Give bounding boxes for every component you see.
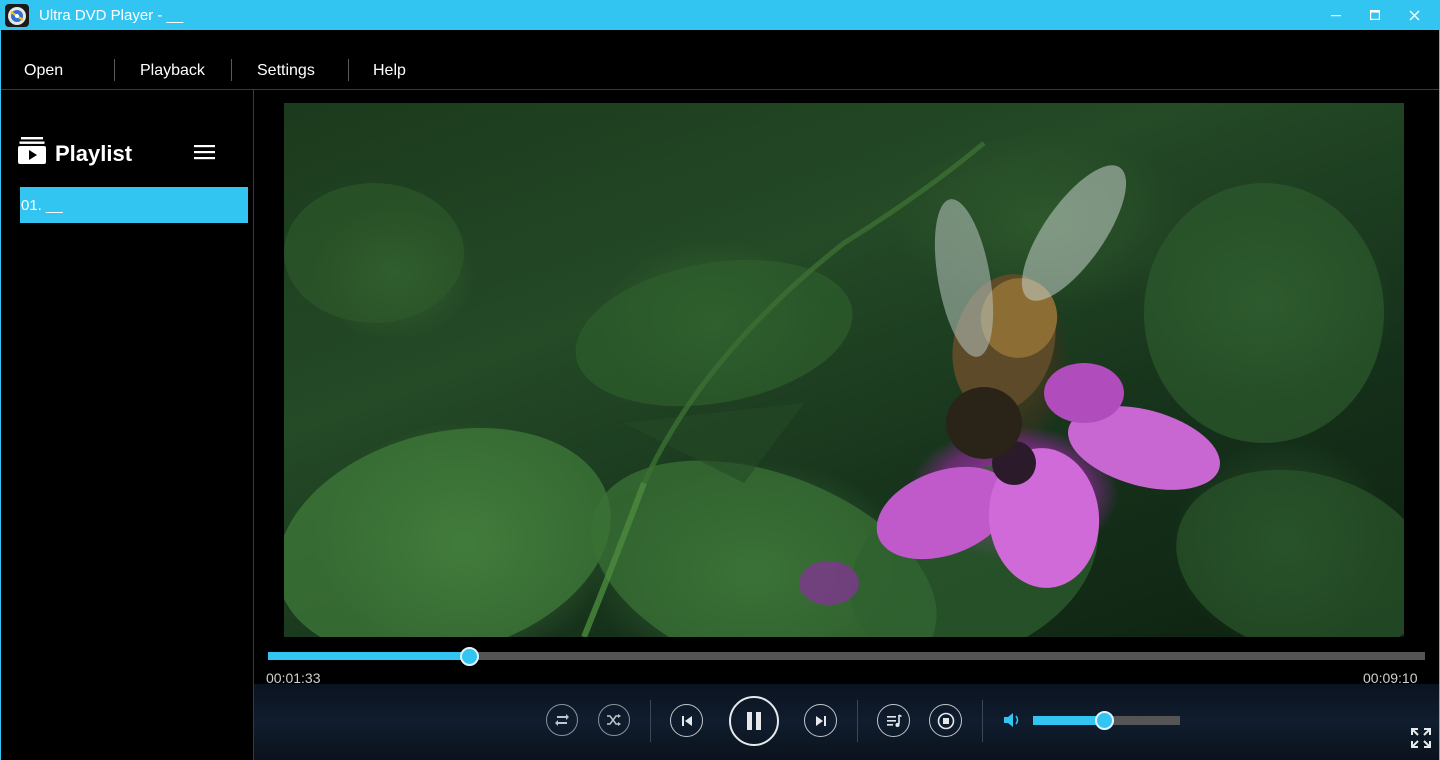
- repeat-button[interactable]: [546, 704, 578, 736]
- playlist-sidebar: Playlist 01. __: [1, 90, 253, 760]
- fullscreen-icon[interactable]: [1410, 727, 1432, 754]
- close-icon: [1409, 10, 1419, 20]
- menu-playback[interactable]: Playback: [140, 62, 205, 80]
- control-separator: [650, 700, 651, 742]
- playlist-item[interactable]: 01. __: [20, 187, 248, 223]
- control-bar: [254, 684, 1439, 760]
- minimize-icon: [1331, 15, 1341, 17]
- menu-bar: Open Playback Settings Help: [1, 30, 1439, 89]
- lyrics-icon: [886, 713, 902, 727]
- close-button[interactable]: [1391, 0, 1437, 30]
- volume-icon[interactable]: [1003, 711, 1023, 734]
- sidebar-divider: [253, 90, 254, 760]
- previous-button[interactable]: [670, 704, 703, 737]
- menu-separator: [231, 59, 232, 81]
- menu-separator: [348, 59, 349, 81]
- playlist-icon: [18, 137, 46, 170]
- next-button[interactable]: [804, 704, 837, 737]
- app-logo-icon: [5, 4, 29, 27]
- menu-settings[interactable]: Settings: [257, 62, 315, 80]
- hamburger-menu-icon[interactable]: [194, 144, 216, 165]
- pause-button[interactable]: [729, 696, 779, 746]
- stop-button[interactable]: [929, 704, 962, 737]
- lyrics-button[interactable]: [877, 704, 910, 737]
- video-frame[interactable]: [284, 103, 1404, 637]
- seek-handle[interactable]: [460, 647, 479, 666]
- stop-icon: [937, 712, 954, 729]
- shuffle-icon: [607, 714, 621, 726]
- next-icon: [815, 715, 826, 726]
- seek-progress: [268, 652, 470, 660]
- playlist-title: Playlist: [55, 141, 133, 166]
- pause-icon: [747, 712, 761, 730]
- shuffle-button[interactable]: [598, 704, 630, 736]
- title-bar: Ultra DVD Player - __: [0, 0, 1440, 30]
- menu-help[interactable]: Help: [373, 62, 406, 80]
- control-separator: [982, 700, 983, 742]
- menu-separator: [114, 59, 115, 81]
- volume-handle[interactable]: [1095, 711, 1114, 730]
- maximize-icon: [1370, 10, 1380, 20]
- menu-open[interactable]: Open: [24, 62, 63, 80]
- window-title: Ultra DVD Player - __: [39, 7, 184, 24]
- playlist-item-label: 01. __: [21, 197, 63, 214]
- seek-bar[interactable]: [268, 652, 1425, 660]
- previous-icon: [681, 715, 692, 726]
- control-separator: [857, 700, 858, 742]
- repeat-icon: [555, 714, 569, 726]
